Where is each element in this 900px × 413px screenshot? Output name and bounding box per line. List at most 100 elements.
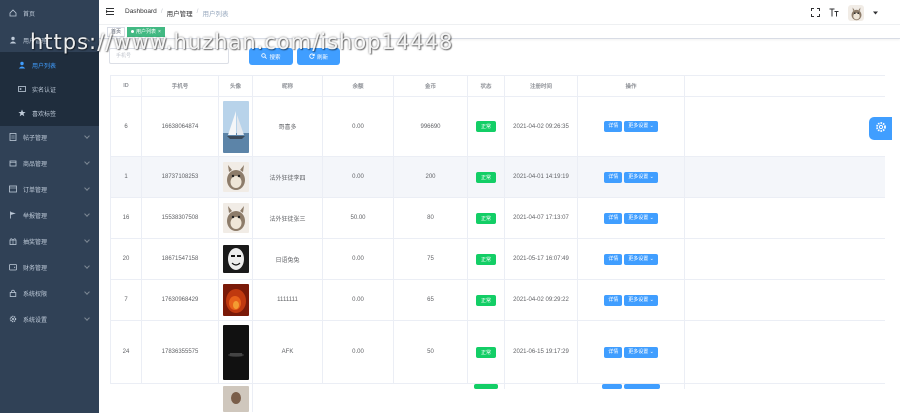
cell-phone: 17836355575 [142,321,219,383]
table-row[interactable]: 20 18671547158 日语兔兔 0.00 75 正常 2021-05-1… [110,239,885,280]
cell-time: 2021-04-01 14:19:19 [505,157,578,197]
detail-button[interactable]: 详情 [604,121,623,132]
hamburger-icon[interactable] [106,8,114,15]
cell-avatar [219,198,253,238]
sidebar-item-lottery[interactable]: 抽奖管理 [0,228,99,254]
more-settings-button[interactable]: 更多设置 ⌄ [624,171,658,183]
more-settings-button[interactable]: 更多设置 ⌄ [624,294,658,306]
detail-button[interactable] [602,384,622,389]
chevron-down-icon [84,263,90,269]
caret-down-icon[interactable] [873,10,878,17]
sidebar-item-home[interactable]: 首页 [0,0,99,26]
table-row[interactable]: 24 17836355575 AFK 0.00 50 正常 2021-06-15… [110,321,885,384]
col-actions[interactable]: 操作 [578,76,685,96]
document-icon [9,133,17,141]
col-status[interactable]: 状态 [468,76,505,96]
col-register-time[interactable]: 注册时间 [505,76,578,96]
more-settings-label: 更多设置 [628,173,649,180]
detail-button[interactable]: 详情 [604,212,623,224]
cell-coins: 50 [394,321,468,383]
sidebar-item-real-name[interactable]: 实名认证 [0,76,99,102]
sidebar-item-label: 抽奖管理 [23,239,48,246]
table-row[interactable] [110,384,885,413]
more-settings-button[interactable]: 更多设置 ⌄ [624,346,658,358]
status-badge: 正常 [475,294,496,306]
col-id[interactable]: ID [110,76,142,96]
more-settings-label: 更多设置 [628,214,649,221]
status-badge: 正常 [475,212,496,224]
cell-phone: 18737108253 [142,157,219,197]
cell-actions: 详情 更多设置 ⌄ [578,198,685,238]
sidebar-item-permissions[interactable]: 系统权限 [0,280,99,306]
cell-id: 24 [110,321,142,383]
more-settings-button[interactable]: 更多设置 ⌄ [624,253,658,265]
flag-icon [9,211,17,219]
chevron-down-icon: ⌄ [649,348,654,355]
chevron-down-icon [84,289,90,295]
col-nickname[interactable]: 昵称 [253,76,323,96]
table-row[interactable]: 6 16638064874 哥喜多 0.00 996690 正常 2021-04… [110,97,885,157]
detail-button[interactable]: 详情 [604,346,623,358]
cell-time: 2021-04-07 17:13:07 [505,198,578,238]
col-coins[interactable]: 金币 [394,76,468,96]
avatar-sailboat [222,100,249,153]
lock-icon [9,289,17,297]
fullscreen-icon[interactable] [811,7,820,19]
cell-actions: 详情 更多设置 ⌄ [578,97,685,156]
cell-phone: 16638064874 [142,97,219,156]
sidebar-item-finance[interactable]: 财务管理 [0,254,99,280]
col-phone[interactable]: 手机号 [142,76,219,96]
table-row[interactable]: 7 17630968429 1111111 0.00 65 正常 2021-04… [110,280,885,321]
table-row[interactable]: 16 15538307508 法外狂徒张三 50.00 80 正常 2021-0… [110,198,885,239]
col-balance[interactable]: 余额 [323,76,394,96]
id-card-icon [18,85,26,93]
col-avatar[interactable]: 头像 [219,76,253,96]
detail-button[interactable]: 详情 [604,171,623,183]
cell-avatar [219,384,253,412]
navbar: Dashboard / 用户管理 / 用户列表 [99,0,900,25]
cell-id: 1 [110,157,142,197]
sidebar-item-reports[interactable]: 举报管理 [0,202,99,228]
detail-button[interactable]: 详情 [604,253,623,265]
cell-balance: 0.00 [323,239,394,279]
table-header: ID 手机号 头像 昵称 余额 金币 状态 注册时间 操作 [110,75,885,97]
sidebar-item-settings[interactable]: 系统设置 [0,306,99,332]
sidebar-item-label: 实名认证 [32,87,57,94]
user-avatar[interactable] [848,5,864,21]
chevron-down-icon: ⌄ [649,296,654,303]
header-tools [811,5,878,21]
sidebar-item-tags[interactable]: 喜欢标签 [0,100,99,126]
sidebar-item-label: 商品管理 [23,161,48,168]
chevron-down-icon: ⌄ [649,123,654,129]
sidebar-item-orders[interactable]: 订单管理 [0,176,99,202]
more-settings-button[interactable] [624,384,660,389]
user-table: ID 手机号 头像 昵称 余额 金币 状态 注册时间 操作 6 16638064… [110,75,885,413]
settings-fab[interactable] [869,117,892,140]
breadcrumb-user-list: 用户列表 [202,11,229,18]
sidebar: 首页 用户管理 用户列表 实名认证 喜欢标签 帖子管理 商品管理 订单管理 举报… [0,0,99,413]
more-settings-button[interactable]: 更多设置 ⌄ [624,212,658,224]
cell-time: 2021-04-02 09:29:22 [505,280,578,320]
sidebar-item-label: 订单管理 [23,187,48,194]
cell-status: 正常 [468,280,505,320]
table-row[interactable]: 1 18737108253 法外狂徒李四 0.00 200 正常 2021-04… [110,157,885,198]
cell-coins: 65 [394,280,468,320]
cell-time: 2021-05-17 16:07:49 [505,239,578,279]
sidebar-item-user-list[interactable]: 用户列表 [0,52,99,78]
chevron-down-icon [84,315,90,321]
sidebar-item-posts[interactable]: 帖子管理 [0,124,99,150]
avatar-totoro [222,162,249,192]
font-size-icon[interactable] [829,8,839,19]
sidebar-item-products[interactable]: 商品管理 [0,150,99,176]
cell-nickname: 哥喜多 [253,97,323,156]
box-icon [9,159,17,167]
cell-status: 正常 [468,157,505,197]
detail-button[interactable]: 详情 [604,294,623,306]
breadcrumb-dashboard[interactable]: Dashboard [125,8,157,18]
cell-time: 2021-06-15 19:17:29 [505,321,578,383]
status-badge: 正常 [475,253,496,265]
chevron-down-icon [84,133,90,139]
cell-id: 20 [110,239,142,279]
cell-status: 正常 [468,239,505,279]
more-settings-button[interactable]: 更多设置 ⌄ [624,121,658,132]
